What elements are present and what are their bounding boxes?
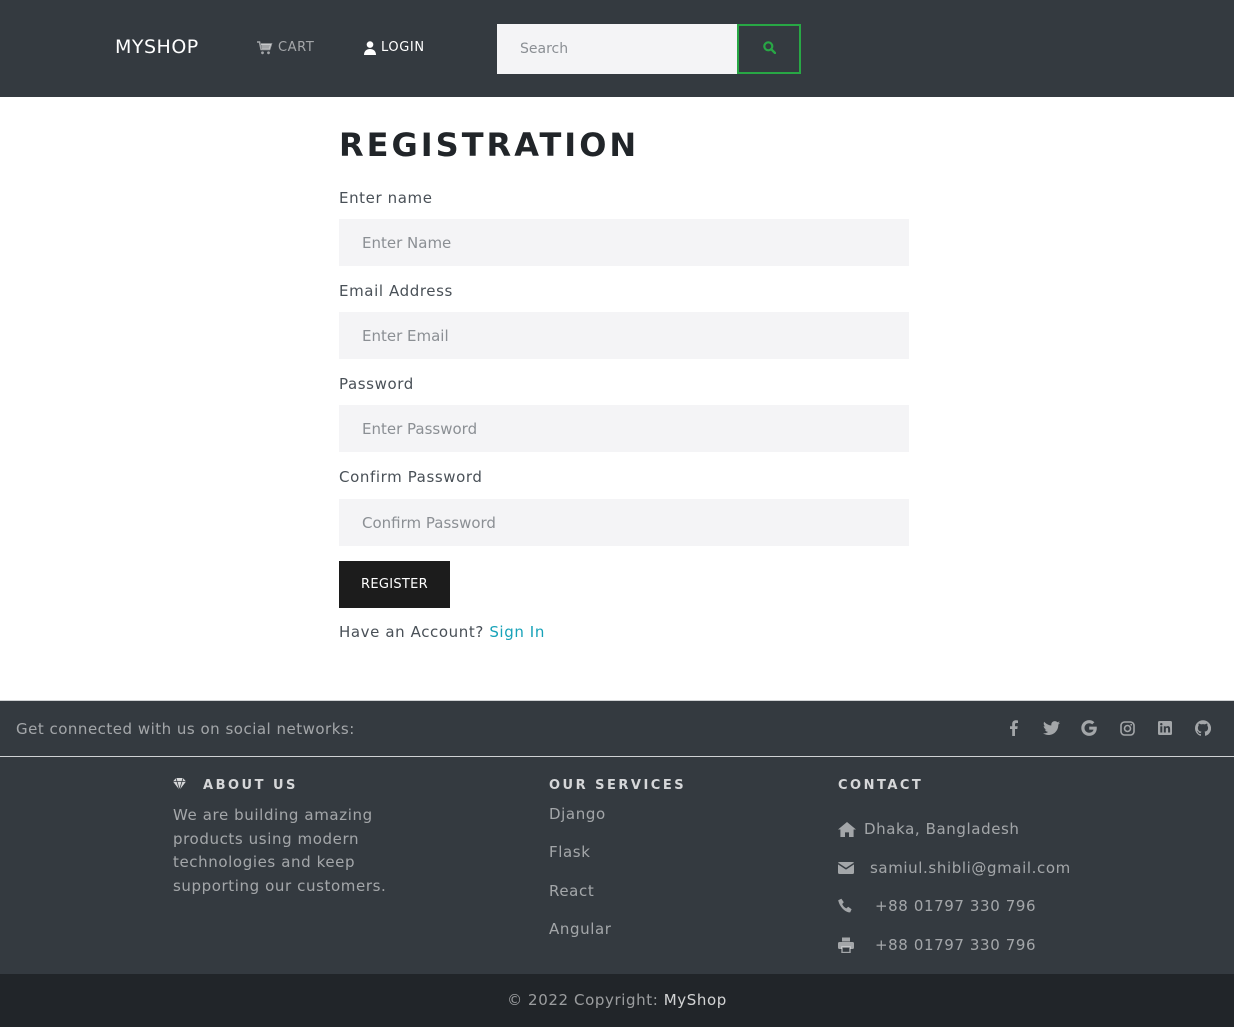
nav-cart-label: CART (278, 40, 315, 55)
envelope-icon (838, 862, 854, 874)
email-field[interactable] (339, 312, 909, 359)
nav-cart-link[interactable]: CART (257, 40, 314, 55)
services-title: OUR SERVICES (549, 778, 687, 793)
github-icon[interactable] (1194, 718, 1212, 738)
service-link-react[interactable]: React (549, 882, 594, 900)
search-input[interactable] (497, 24, 738, 74)
social-text: Get connected with us on social networks… (16, 720, 355, 738)
nav-login-link[interactable]: LOGIN (364, 40, 425, 55)
contact-phone: +88 01797 330 796 (838, 897, 1036, 915)
brand-logo-link[interactable]: MYSHOP (115, 36, 199, 58)
footer: Get connected with us on social networks… (0, 700, 1234, 974)
nav-login-label: LOGIN (381, 40, 425, 55)
home-icon (838, 821, 856, 837)
contact-email: samiul.shibli@gmail.com (838, 859, 1071, 877)
service-link-angular[interactable]: Angular (549, 920, 612, 938)
gem-icon (173, 777, 186, 794)
service-link-django[interactable]: Django (549, 805, 606, 823)
user-icon (364, 40, 376, 55)
google-icon[interactable] (1080, 718, 1098, 738)
linkedin-icon[interactable] (1156, 718, 1174, 738)
facebook-icon[interactable] (1004, 718, 1022, 738)
have-account-text: Have an Account? Sign In (339, 623, 545, 641)
page-title: REGISTRATION (339, 126, 640, 164)
social-bar: Get connected with us on social networks… (0, 700, 1234, 757)
about-title-label: ABOUT US (203, 778, 298, 793)
name-field[interactable] (339, 219, 909, 266)
twitter-icon[interactable] (1042, 718, 1060, 738)
instagram-icon[interactable] (1118, 718, 1136, 738)
contact-fax-text: +88 01797 330 796 (875, 936, 1037, 954)
copyright-text: © 2022 Copyright: (507, 991, 659, 1009)
register-button[interactable]: REGISTER (339, 561, 450, 608)
copyright-bar: © 2022 Copyright: MyShop (0, 974, 1234, 1027)
contact-address: Dhaka, Bangladesh (838, 820, 1020, 838)
about-title: ABOUT US (173, 777, 298, 794)
registration-form: REGISTRATION Enter name Email Address Pa… (339, 125, 909, 641)
contact-fax: +88 01797 330 796 (838, 936, 1036, 954)
navbar: MYSHOP CART LOGIN (0, 0, 1234, 97)
contact-title: CONTACT (838, 778, 924, 793)
social-icons (1004, 718, 1212, 738)
name-label: Enter name (339, 189, 433, 207)
confirm-password-field[interactable] (339, 499, 909, 546)
print-icon (838, 937, 854, 953)
cart-icon (257, 40, 273, 55)
search-icon (762, 41, 776, 57)
password-label: Password (339, 375, 414, 393)
contact-email-text: samiul.shibli@gmail.com (870, 859, 1071, 877)
copyright-link[interactable]: MyShop (664, 991, 727, 1009)
contact-phone-text: +88 01797 330 796 (875, 897, 1037, 915)
have-account-label: Have an Account? (339, 623, 484, 641)
signin-link[interactable]: Sign In (489, 623, 545, 641)
about-text: We are building amazing products using m… (173, 806, 387, 895)
service-link-flask[interactable]: Flask (549, 843, 591, 861)
confirm-password-label: Confirm Password (339, 468, 483, 486)
phone-icon (838, 898, 854, 914)
search-button[interactable] (737, 24, 801, 74)
contact-address-text: Dhaka, Bangladesh (864, 820, 1020, 838)
password-field[interactable] (339, 405, 909, 452)
email-label: Email Address (339, 282, 453, 300)
